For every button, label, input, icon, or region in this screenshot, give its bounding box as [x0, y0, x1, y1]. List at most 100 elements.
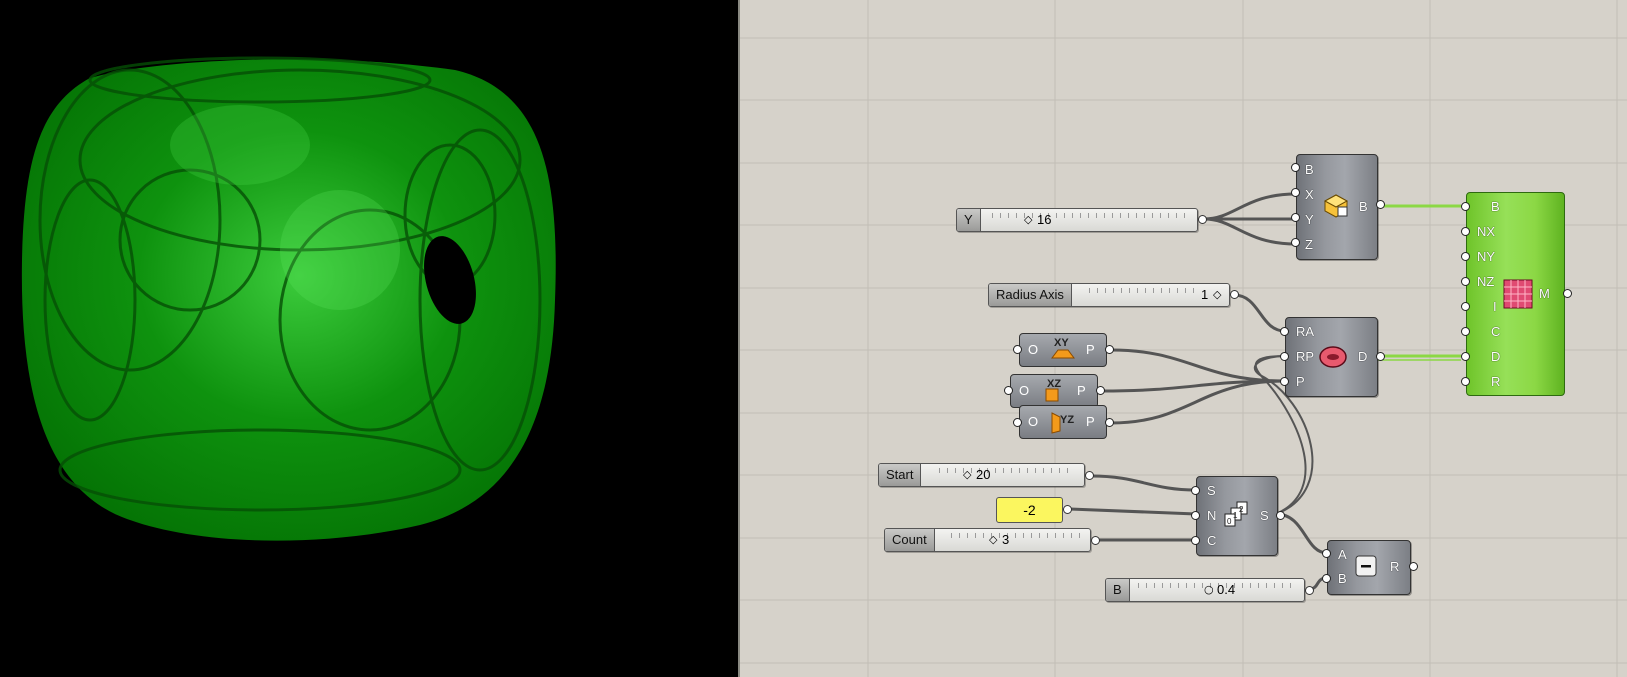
xy-plane-component[interactable]: O XY P: [1019, 333, 1107, 367]
subtraction-input-a: A: [1338, 547, 1347, 562]
minus-icon: [1355, 555, 1377, 577]
box-input-b: B: [1305, 162, 1314, 177]
xy-plane-input-grip[interactable]: [1013, 345, 1022, 354]
slider-knob-icon[interactable]: ◇: [989, 534, 997, 545]
yz-plane-icon: YZ: [1051, 412, 1074, 434]
b-slider-value: 0.4: [1217, 582, 1236, 597]
mesh-input-c: C: [1491, 324, 1501, 339]
ring-input-p: P: [1296, 374, 1305, 389]
xy-plane-output-p: P: [1086, 342, 1095, 357]
ring-component[interactable]: RA RP P D: [1285, 317, 1378, 397]
box-component[interactable]: B X Y Z B: [1296, 154, 1378, 260]
mesh-input-d-grip[interactable]: [1461, 352, 1470, 361]
box-input-b-grip[interactable]: [1291, 163, 1300, 172]
mesh-input-nz-grip[interactable]: [1461, 277, 1470, 286]
subtraction-component[interactable]: A B R: [1327, 540, 1411, 595]
yz-plane-input-o: O: [1028, 414, 1039, 429]
svg-text:0: 0: [1227, 517, 1232, 526]
number-panel-output-grip[interactable]: [1063, 505, 1072, 514]
xy-plane-input-o: O: [1028, 342, 1039, 357]
series-input-s-grip[interactable]: [1191, 486, 1200, 495]
yz-plane-input-grip[interactable]: [1013, 418, 1022, 427]
box-input-y-grip[interactable]: [1291, 213, 1300, 222]
subtraction-output-r: R: [1390, 559, 1400, 574]
radius-axis-output-grip[interactable]: [1230, 290, 1239, 299]
mesh-input-nx-grip[interactable]: [1461, 227, 1470, 236]
grasshopper-canvas[interactable]: Y ◇ 16 Radius Axis 1 ◇ O XY P O XZ P O Y…: [740, 0, 1627, 677]
box-input-z-grip[interactable]: [1291, 238, 1300, 247]
yz-plane-output-grip[interactable]: [1105, 418, 1114, 427]
subtraction-input-b-grip[interactable]: [1322, 574, 1331, 583]
svg-text:XZ: XZ: [1047, 378, 1061, 390]
xz-plane-input-o: O: [1019, 383, 1030, 398]
ring-input-ra-grip[interactable]: [1280, 327, 1289, 336]
green-mesh-preview: [21, 56, 556, 541]
mesh-input-nz: NZ: [1477, 274, 1495, 289]
mesh-output-m: M: [1539, 286, 1550, 301]
y-slider[interactable]: Y ◇ 16: [956, 208, 1198, 232]
box-input-y: Y: [1305, 212, 1314, 227]
radius-axis-slider[interactable]: Radius Axis 1 ◇: [988, 283, 1230, 307]
wire-radius-to-ra: [1233, 293, 1286, 333]
rhino-viewport[interactable]: [0, 0, 738, 677]
ring-output-grip[interactable]: [1376, 352, 1385, 361]
mesh-input-ny-grip[interactable]: [1461, 252, 1470, 261]
count-slider-output-grip[interactable]: [1091, 536, 1100, 545]
mesh-input-c-grip[interactable]: [1461, 327, 1470, 336]
b-slider-output-grip[interactable]: [1305, 586, 1314, 595]
y-slider-label: Y: [957, 209, 981, 231]
box-output-b: B: [1359, 199, 1368, 214]
number-panel[interactable]: -2: [996, 497, 1063, 523]
y-slider-value: 16: [1037, 212, 1052, 227]
wire-y-to-x: [1203, 192, 1297, 221]
subtraction-input-a-grip[interactable]: [1322, 549, 1331, 558]
box-icon: [1323, 194, 1349, 218]
xz-plane-output-grip[interactable]: [1096, 386, 1105, 395]
box-input-x: X: [1305, 187, 1314, 202]
yz-plane-component[interactable]: O YZ P: [1019, 405, 1107, 439]
ring-input-ra: RA: [1296, 324, 1315, 339]
subtraction-output-grip[interactable]: [1409, 562, 1418, 571]
series-input-s: S: [1207, 483, 1216, 498]
box-output-grip[interactable]: [1376, 200, 1385, 209]
slider-knob-icon[interactable]: ◇: [1024, 214, 1032, 225]
b-slider[interactable]: B ○ 0.4: [1105, 578, 1305, 602]
xz-plane-component[interactable]: O XZ P: [1010, 374, 1098, 408]
slider-knob-icon[interactable]: ◇: [963, 469, 971, 480]
slider-knob-icon[interactable]: ○: [1204, 584, 1214, 595]
series-output-s: S: [1260, 508, 1269, 523]
slider-knob-icon[interactable]: ◇: [1213, 289, 1221, 300]
mesh-output-grip[interactable]: [1563, 289, 1572, 298]
start-slider[interactable]: Start ◇ 20: [878, 463, 1085, 487]
wire-y-to-z: [1203, 217, 1297, 246]
start-slider-output-grip[interactable]: [1085, 471, 1094, 480]
mesh-input-r-grip[interactable]: [1461, 377, 1470, 386]
y-slider-output-grip[interactable]: [1198, 215, 1207, 224]
mesh-input-nx: NX: [1477, 224, 1496, 239]
series-input-c-grip[interactable]: [1191, 536, 1200, 545]
mesh-input-b-grip[interactable]: [1461, 202, 1470, 211]
mesh-component[interactable]: B NX NY NZ I C D R M: [1466, 192, 1565, 396]
series-component[interactable]: S N C 0 1 2 S: [1196, 476, 1278, 556]
series-input-n-grip[interactable]: [1191, 511, 1200, 520]
mesh-input-b: B: [1491, 199, 1500, 214]
ring-input-p-grip[interactable]: [1280, 377, 1289, 386]
mesh-input-ny: NY: [1477, 249, 1496, 264]
series-icon: 0 1 2: [1224, 501, 1248, 527]
mesh-input-i: I: [1493, 299, 1497, 314]
series-output-grip[interactable]: [1276, 511, 1285, 520]
xz-plane-input-grip[interactable]: [1004, 386, 1013, 395]
start-slider-value: 20: [976, 467, 991, 482]
ring-input-rp-grip[interactable]: [1280, 352, 1289, 361]
xy-plane-output-grip[interactable]: [1105, 345, 1114, 354]
count-slider[interactable]: Count ◇ 3: [884, 528, 1091, 552]
svg-text:YZ: YZ: [1060, 414, 1074, 426]
count-slider-label: Count: [885, 529, 935, 551]
mesh-input-r: R: [1491, 374, 1501, 389]
ring-output-d: D: [1358, 349, 1368, 364]
svg-text:2: 2: [1239, 505, 1244, 514]
number-panel-value: -2: [1023, 502, 1036, 518]
box-input-x-grip[interactable]: [1291, 188, 1300, 197]
xz-plane-icon: XZ: [1045, 378, 1061, 402]
mesh-input-i-grip[interactable]: [1461, 302, 1470, 311]
